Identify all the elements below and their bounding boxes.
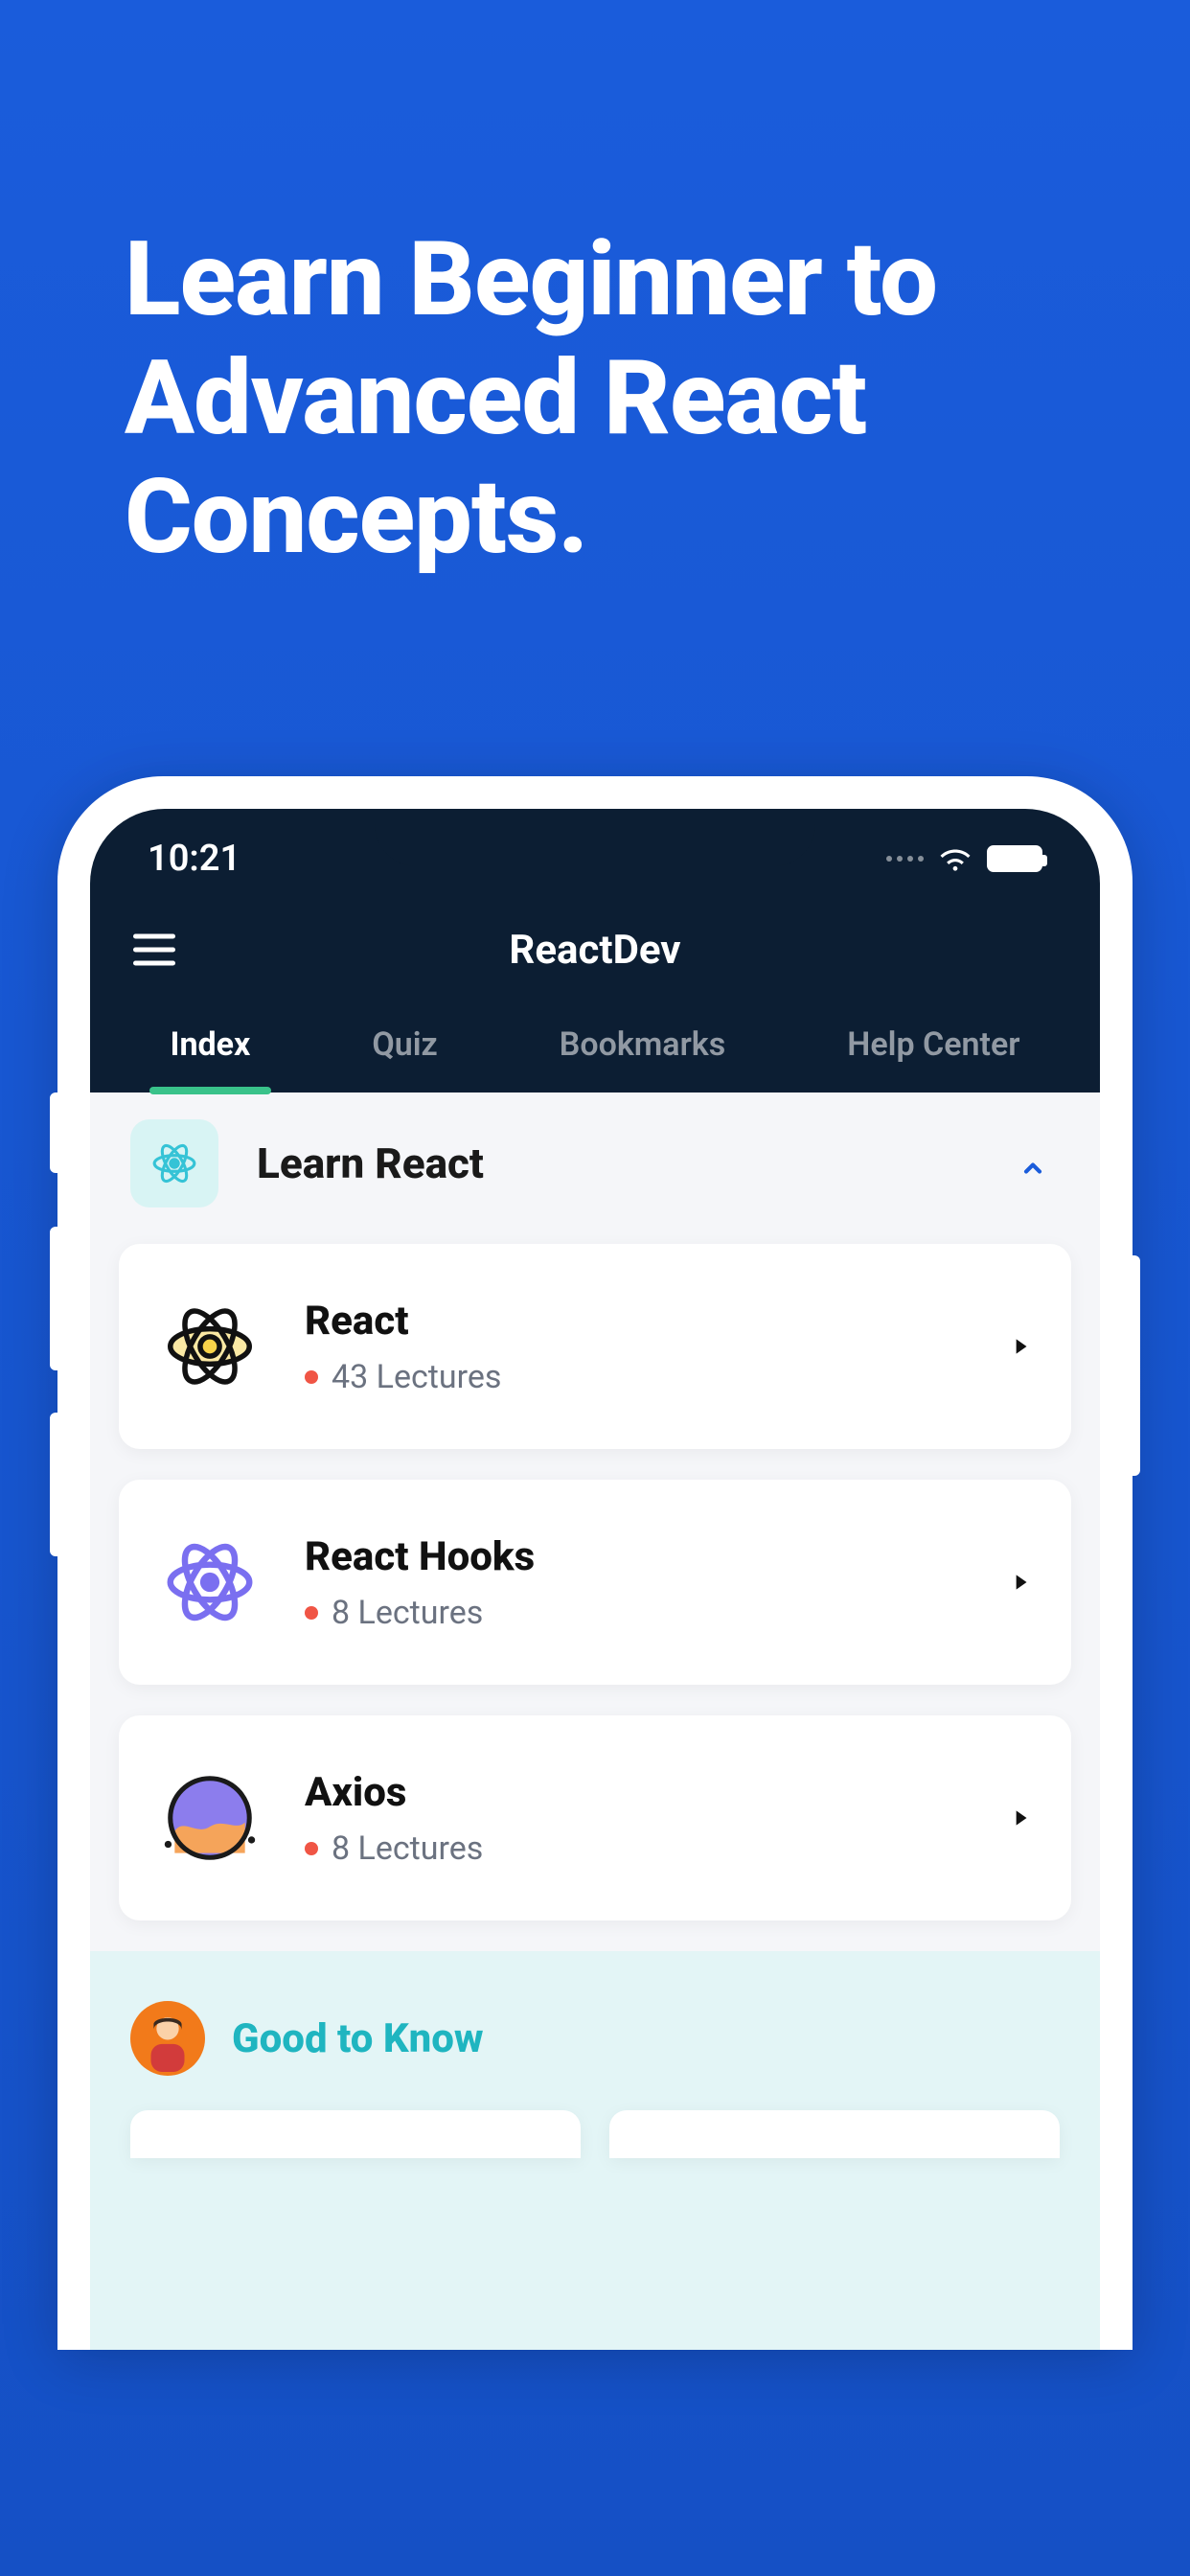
course-card-axios[interactable]: Axios 8 Lectures bbox=[119, 1715, 1071, 1920]
content-area: Learn React Rea bbox=[90, 1092, 1100, 2350]
course-subtitle: 8 Lectures bbox=[305, 1829, 989, 1868]
menu-button[interactable] bbox=[133, 934, 175, 966]
atom-icon bbox=[157, 1294, 263, 1399]
course-subtitle: 43 Lectures bbox=[305, 1358, 989, 1396]
app-bar: ReactDev bbox=[90, 897, 1100, 1002]
phone-volume-up bbox=[50, 1227, 57, 1370]
play-icon bbox=[1008, 1806, 1033, 1830]
wifi-icon bbox=[937, 840, 973, 877]
section-header[interactable]: Learn React bbox=[90, 1092, 1100, 1244]
react-logo-icon bbox=[130, 1119, 218, 1208]
avatar-icon bbox=[130, 2001, 205, 2076]
phone-frame: 10:21 ReactDev bbox=[57, 776, 1133, 2350]
course-lectures-label: 8 Lectures bbox=[332, 1594, 483, 1632]
chevron-up-icon bbox=[1019, 1155, 1046, 1182]
phone-mute-switch bbox=[50, 1092, 57, 1173]
phone-screen: 10:21 ReactDev bbox=[90, 809, 1100, 2350]
tab-index[interactable]: Index bbox=[163, 1002, 259, 1092]
status-dot-icon bbox=[305, 1842, 318, 1855]
tab-quiz[interactable]: Quiz bbox=[364, 1002, 445, 1092]
app-title: ReactDev bbox=[509, 927, 680, 974]
play-icon bbox=[1008, 1334, 1033, 1359]
atom-icon bbox=[157, 1530, 263, 1635]
tab-bookmarks[interactable]: Bookmarks bbox=[552, 1002, 733, 1092]
phone-notch bbox=[375, 809, 815, 866]
play-icon bbox=[1008, 1570, 1033, 1595]
phone-power-button bbox=[1133, 1255, 1140, 1476]
info-card[interactable] bbox=[130, 2110, 581, 2158]
status-dot-icon bbox=[305, 1606, 318, 1620]
good-to-know-title: Good to Know bbox=[232, 2015, 484, 2062]
info-card[interactable] bbox=[609, 2110, 1060, 2158]
course-lectures-label: 43 Lectures bbox=[332, 1358, 501, 1396]
course-card-react-hooks[interactable]: React Hooks 8 Lectures bbox=[119, 1480, 1071, 1685]
status-time: 10:21 bbox=[148, 838, 240, 880]
course-title: React bbox=[305, 1298, 989, 1345]
signal-icon bbox=[886, 856, 924, 862]
globe-icon bbox=[157, 1765, 263, 1871]
status-dot-icon bbox=[305, 1370, 318, 1384]
course-title: React Hooks bbox=[305, 1533, 989, 1580]
tab-help-center[interactable]: Help Center bbox=[839, 1002, 1027, 1092]
course-lectures-label: 8 Lectures bbox=[332, 1829, 483, 1868]
good-to-know-section: Good to Know bbox=[90, 1951, 1100, 2350]
course-list: React 43 Lectures bbox=[90, 1244, 1100, 1920]
course-title: Axios bbox=[305, 1769, 989, 1816]
section-title: Learn React bbox=[257, 1138, 484, 1188]
phone-volume-down bbox=[50, 1413, 57, 1556]
hero-title: Learn Beginner to Advanced React Concept… bbox=[0, 0, 1190, 578]
course-card-react[interactable]: React 43 Lectures bbox=[119, 1244, 1071, 1449]
tab-bar: Index Quiz Bookmarks Help Center bbox=[90, 1002, 1100, 1092]
battery-icon bbox=[987, 845, 1042, 872]
course-subtitle: 8 Lectures bbox=[305, 1594, 989, 1632]
